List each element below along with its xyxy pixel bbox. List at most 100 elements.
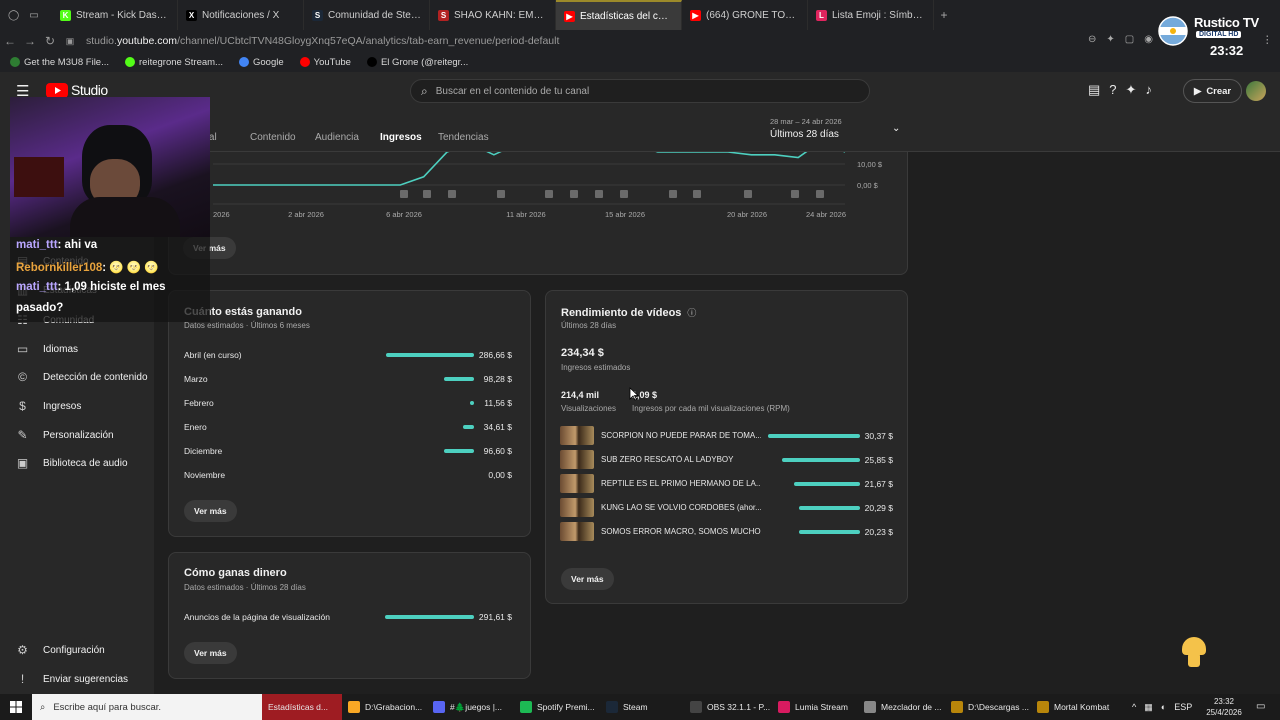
avatar[interactable] xyxy=(1246,81,1266,101)
bookmark-item[interactable]: YouTube xyxy=(299,57,351,68)
sidebar-item[interactable]: $ Ingresos xyxy=(16,400,81,413)
tab-group-icon[interactable]: ▭ xyxy=(29,10,38,21)
earnings-row-value: 96,60 $ xyxy=(483,446,512,456)
bookmark-item[interactable]: reitegrone Stream... xyxy=(125,57,223,68)
chart-video-marker-icon[interactable] xyxy=(620,190,628,198)
how-more-button[interactable]: Ver más xyxy=(184,642,237,664)
browser-tab[interactable]: SComunidad de Steam :: Gu xyxy=(304,0,430,30)
profile-icon[interactable]: ◉ xyxy=(1144,34,1153,45)
chart-video-marker-icon[interactable] xyxy=(669,190,677,198)
chat-text: : 🌝 🌝 🌝 xyxy=(102,262,159,274)
bookmark-item[interactable]: Get the M3U8 File... xyxy=(10,57,109,68)
video-title[interactable]: SCORPION NO PUEDE PARAR DE TOMA... xyxy=(601,431,761,440)
analytics-tab[interactable]: Ingresos xyxy=(380,132,422,143)
chart-video-marker-icon[interactable] xyxy=(693,190,701,198)
browser-tab[interactable]: SSHAO KAHN: EMPEROR O xyxy=(430,0,556,30)
taskbar-app[interactable]: Mezclador de ... xyxy=(858,694,945,720)
bookmark-favicon-icon xyxy=(125,57,136,67)
network-icon[interactable]: ▦ xyxy=(1144,702,1153,713)
help-icon[interactable]: ? xyxy=(1109,82,1116,98)
tray-chevron-icon[interactable]: ^ xyxy=(1132,702,1136,712)
taskbar-app[interactable]: Estadísticas d... xyxy=(262,694,342,720)
chevron-down-icon[interactable]: ⌄ xyxy=(892,123,900,134)
video-thumbnail[interactable] xyxy=(560,522,594,541)
sidebar-bottom-item[interactable]: ⚙ Configuración xyxy=(16,644,105,657)
captions-icon[interactable]: ▤ xyxy=(1088,82,1100,98)
create-button[interactable]: ▶ Crear xyxy=(1183,79,1243,103)
taskbar-app[interactable]: Lumia Stream xyxy=(772,694,858,720)
back-icon[interactable]: ← xyxy=(0,34,20,48)
sidebar-item[interactable]: © Detección de contenido xyxy=(16,371,147,384)
video-thumbnail[interactable] xyxy=(560,426,594,445)
video-thumbnail[interactable] xyxy=(560,474,594,493)
bookmark-item[interactable]: El Grone (@reitegr... xyxy=(366,57,468,68)
sidebar-item[interactable]: ▣ Biblioteca de audio xyxy=(16,457,128,470)
volume-icon[interactable]: ◐ xyxy=(1161,702,1166,712)
video-thumbnail[interactable] xyxy=(560,450,594,469)
taskbar-app[interactable]: OBS 32.1.1 - P... xyxy=(684,694,772,720)
pin-icon[interactable]: ✦ xyxy=(1106,34,1114,45)
how-row-value: 291,61 $ xyxy=(478,612,512,622)
studio-logo[interactable]: Studio xyxy=(46,82,108,98)
taskbar-app[interactable]: Spotify Premi... xyxy=(514,694,600,720)
chart-video-marker-icon[interactable] xyxy=(744,190,752,198)
taskbar-app[interactable]: Steam xyxy=(600,694,684,720)
video-thumbnail[interactable] xyxy=(560,498,594,517)
sidebar-bottom-item[interactable]: ! Enviar sugerencias xyxy=(16,673,128,686)
new-tab-button[interactable]: + xyxy=(934,8,954,22)
info-icon[interactable]: ⓘ xyxy=(687,306,696,319)
video-performance-card: Rendimiento de vídeos ⓘ Últimos 28 días … xyxy=(545,290,908,604)
chart-video-marker-icon[interactable] xyxy=(595,190,603,198)
chart-video-marker-icon[interactable] xyxy=(791,190,799,198)
bookmark-item[interactable]: Google xyxy=(238,57,284,68)
video-title[interactable]: SOMOS ERROR MACRO, SOMOS MUCHO... xyxy=(601,527,761,536)
taskbar-app[interactable]: D:\Grabacion... xyxy=(342,694,427,720)
revenue-line-chart: 10,00 $ 0,00 $ 2026 2 abr 2026 6 abr 2026 11 … xyxy=(212,140,883,219)
video-title[interactable]: REPTILE ES EL PRIMO HERMANO DE LA... xyxy=(601,479,761,488)
browser-tab[interactable]: X Notificaciones / X xyxy=(178,0,304,30)
search-input[interactable]: Buscar en el contenido de tu canal xyxy=(436,86,589,97)
chart-video-marker-icon[interactable] xyxy=(545,190,553,198)
forward-icon[interactable]: → xyxy=(20,34,40,48)
taskbar-search[interactable]: ⌕ Escribe aquí para buscar. xyxy=(32,694,262,720)
analytics-tab[interactable]: Tendencias xyxy=(438,132,489,143)
period-label[interactable]: Últimos 28 días xyxy=(770,129,839,140)
notifications-icon[interactable]: ♪ xyxy=(1145,82,1152,98)
chart-video-marker-icon[interactable] xyxy=(570,190,578,198)
notification-center-icon[interactable]: ▭ xyxy=(1256,701,1265,712)
video-title[interactable]: KUNG LAO SE VOLVIO CORDOBES (ahor... xyxy=(601,503,761,512)
analytics-tab[interactable]: Audiencia xyxy=(315,132,359,143)
chart-video-marker-icon[interactable] xyxy=(448,190,456,198)
browser-menu-icon[interactable]: ◯ xyxy=(8,10,19,21)
search-box[interactable]: ⌕ Buscar en el contenido de tu canal xyxy=(410,79,870,103)
browser-tab[interactable]: KStream - Kick Dashboard xyxy=(52,0,178,30)
sparkle-icon[interactable]: ✦ xyxy=(1126,82,1137,98)
chart-video-marker-icon[interactable] xyxy=(497,190,505,198)
webcam-overlay xyxy=(10,97,210,237)
browser-tab[interactable]: LLista Emoji : Símbolos emo xyxy=(808,0,934,30)
chart-video-marker-icon[interactable] xyxy=(816,190,824,198)
video-title[interactable]: SUB ZERO RESCATÓ AL LADYBOY xyxy=(601,455,761,464)
chart-video-marker-icon[interactable] xyxy=(400,190,408,198)
windows-start-icon[interactable] xyxy=(0,701,32,713)
taskbar-app[interactable]: D:\Descargas ... xyxy=(945,694,1031,720)
earnings-more-button[interactable]: Ver más xyxy=(184,500,237,522)
sidebar-item[interactable]: ✎ Personalización xyxy=(16,429,113,442)
browser-tab[interactable]: ▶(664) GRONE TORRES DE xyxy=(682,0,808,30)
input-language[interactable]: ESP xyxy=(1174,702,1192,712)
sidebar-item[interactable]: ▭ Idiomas xyxy=(16,343,78,356)
taskbar-clock[interactable]: 23:32 25/4/2026 xyxy=(1204,696,1244,718)
chart-video-marker-icon[interactable] xyxy=(423,190,431,198)
zoom-icon[interactable]: ⊖ xyxy=(1088,34,1096,45)
url-field[interactable]: studio.youtube.com/channel/UCbtclTVN48Gl… xyxy=(80,35,559,47)
browser-tab[interactable]: ▶Estadísticas del canal - Yo xyxy=(556,0,682,30)
chart-y-tick-label: 0,00 $ xyxy=(857,181,879,190)
video-perf-more-button[interactable]: Ver más xyxy=(561,568,614,590)
reload-icon[interactable]: ↻ xyxy=(40,34,60,48)
taskbar-app[interactable]: Mortal Kombat xyxy=(1031,694,1111,720)
site-info-icon[interactable]: ▣ xyxy=(60,36,80,47)
extensions-icon[interactable]: ▢ xyxy=(1125,34,1134,45)
taskbar-app[interactable]: #🌲juegos |... xyxy=(427,694,514,720)
estimated-revenue-label: Ingresos estimados xyxy=(561,363,631,372)
analytics-tab[interactable]: Contenido xyxy=(250,132,296,143)
